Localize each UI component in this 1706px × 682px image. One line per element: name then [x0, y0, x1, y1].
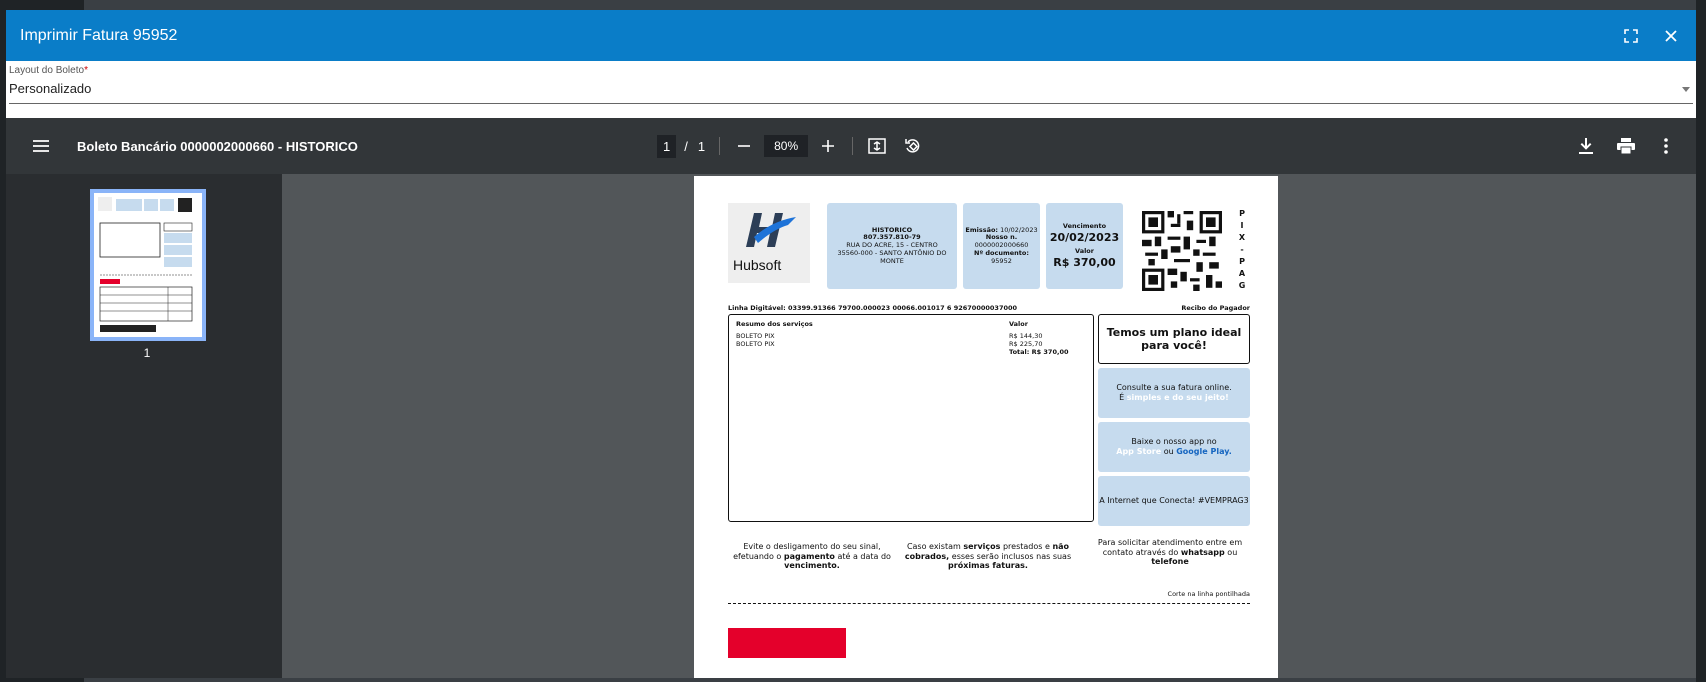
backdrop-edge	[1696, 0, 1706, 682]
fit-page-icon[interactable]	[867, 136, 887, 156]
info3-mid: ou	[1227, 547, 1238, 557]
zoom-out-icon[interactable]	[734, 136, 754, 156]
layout-value: Personalizado	[9, 81, 92, 96]
plan-promo-card: Temos um plano ideal para você!	[1098, 314, 1250, 364]
bank-logo-bar	[728, 628, 846, 658]
download-icon[interactable]	[1576, 136, 1596, 156]
zoom-level-input[interactable]: 80%	[764, 135, 809, 157]
emissao-label: Emissão:	[965, 225, 999, 234]
due-box: Vencimento 20/02/2023 Valor R$ 370,00	[1046, 203, 1123, 289]
info3-bold2: telefone	[1151, 557, 1189, 567]
pix-label: PIX-PAG	[1238, 209, 1246, 290]
google-play-link[interactable]: Google Play.	[1176, 447, 1232, 456]
info-disconnection: Evite o desligamento do seu sinal, efetu…	[728, 542, 896, 571]
vencimento-label: Vencimento	[1062, 222, 1107, 231]
pdf-thumbnail-sidebar: 1	[6, 174, 282, 678]
ndoc-row: Nº documento: 95952	[963, 248, 1040, 266]
app-download-card: Baixe o nosso app no App Store ou Google…	[1098, 422, 1250, 472]
zoom-in-icon[interactable]	[818, 136, 838, 156]
thumbnail-page-number: 1	[143, 346, 151, 360]
app-links: App Store ou Google Play.	[1098, 447, 1250, 457]
pdf-viewer: Hubsoft HISTORICO 807.357.810-79 RUA DO …	[282, 174, 1696, 678]
select-underline	[9, 103, 1693, 104]
page-thumbnail[interactable]	[90, 189, 206, 341]
online-invoice-card: Consulte a sua fatura online. É simples …	[1098, 368, 1250, 418]
service-values: Valor R$ 144,30 R$ 225,70 Total: R$ 370,…	[1009, 320, 1069, 356]
emissao-value: 10/02/2023	[1000, 225, 1038, 234]
info2-mid: prestados e	[1002, 542, 1050, 551]
pix-qr-code	[1142, 211, 1222, 291]
toolbar-divider	[719, 137, 721, 155]
recibo-label: Recibo do Pagador	[1181, 304, 1250, 312]
info1-bold1: pagamento	[783, 551, 835, 561]
dialog-title: Imprimir Fatura 95952	[20, 26, 178, 44]
app-or: ou	[1163, 447, 1174, 456]
ndoc-value: 95952	[991, 256, 1012, 265]
payer-box: HISTORICO 807.357.810-79 RUA DO ACRE, 15…	[827, 203, 957, 289]
menu-icon[interactable]	[31, 136, 51, 156]
layout-label: Layout do Boleto*	[9, 65, 1693, 76]
print-icon[interactable]	[1616, 136, 1636, 156]
payer-address2: 35560-000 - SANTO ANTÔNIO DO MONTE	[837, 248, 947, 265]
cut-line-label: Corte na linha pontilhada	[1167, 590, 1250, 598]
layout-select[interactable]: Layout do Boleto* Personalizado	[6, 61, 1696, 118]
logo-mark-icon	[746, 213, 796, 247]
total-value: Total: R$ 370,00	[1009, 348, 1069, 356]
thumbnail-preview	[98, 197, 193, 332]
info2-bold3: próximas faturas.	[948, 561, 1028, 571]
more-options-icon[interactable]	[1656, 136, 1676, 156]
info2-pre: Caso existam	[906, 542, 961, 551]
print-invoice-dialog: Imprimir Fatura 95952 Layout do Boleto* …	[6, 10, 1696, 678]
page-separator: /	[684, 138, 688, 154]
pdf-document-title: Boleto Bancário 0000002000660 - HISTORIC…	[77, 138, 358, 154]
plan-promo-text: Temos um plano ideal para você!	[1106, 325, 1242, 352]
close-icon[interactable]	[1660, 25, 1682, 47]
info2-mid2: esses serão inclusos nas suas	[951, 551, 1072, 561]
info-contact: Para solicitar atendimento entre em cont…	[1090, 538, 1250, 567]
toolbar-actions	[1576, 136, 1676, 156]
info1-bold2: vencimento.	[784, 561, 840, 571]
app-store-link[interactable]: App Store	[1116, 447, 1161, 456]
rotate-icon[interactable]	[903, 136, 923, 156]
consulte-line2: É simples e do seu jeito!	[1098, 393, 1250, 403]
layout-label-text: Layout do Boleto	[9, 65, 85, 76]
pdf-toolbar: Boleto Bancário 0000002000660 - HISTORIC…	[6, 118, 1696, 174]
ndoc-label: Nº documento:	[974, 248, 1029, 257]
dialog-titlebar: Imprimir Fatura 95952	[6, 10, 1696, 61]
company-logo: Hubsoft	[728, 203, 810, 283]
page-navigator: 1 / 1 80%	[657, 134, 923, 158]
page-number-input[interactable]: 1	[657, 134, 677, 158]
info1-mid: até a data do	[837, 551, 891, 561]
services-summary: Resumo dos serviços BOLETO PIX BOLETO PI…	[728, 314, 1094, 522]
required-mark: *	[84, 65, 88, 76]
app-text: Baixe o nosso app no	[1131, 437, 1217, 447]
chevron-down-icon[interactable]	[1682, 87, 1690, 92]
logo-text: Hubsoft	[733, 257, 782, 273]
slogan-card: A Internet que Conecta! #VEMPRAG3	[1098, 476, 1250, 526]
valor-label: Valor	[1075, 247, 1094, 255]
consulte-prefix: É	[1119, 393, 1125, 402]
vencimento-value: 20/02/2023	[1049, 230, 1120, 244]
consulte-link[interactable]: simples e do seu jeito!	[1127, 393, 1229, 402]
info-services: Caso existam serviços prestados e não co…	[904, 542, 1072, 571]
slogan-text: A Internet que Conecta! #VEMPRAG3	[1099, 496, 1249, 506]
pdf-page: Hubsoft HISTORICO 807.357.810-79 RUA DO …	[694, 176, 1278, 678]
page-total: 1	[697, 138, 706, 154]
linha-digitavel: Linha Digitável: 03399.91366 79700.00002…	[728, 304, 1018, 312]
cut-line	[728, 603, 1250, 604]
info3-bold1: whatsapp	[1180, 547, 1225, 557]
resumo-valor-title: Valor	[1009, 320, 1028, 328]
consulte-text: Consulte a sua fatura online.	[1116, 383, 1232, 393]
service-value: R$ 225,70	[1009, 340, 1043, 348]
emission-box: Emissão: 10/02/2023 Nosso n. 00000020006…	[963, 203, 1040, 289]
valor-value: R$ 370,00	[1053, 255, 1116, 269]
toolbar-divider	[852, 137, 854, 155]
fullscreen-icon[interactable]	[1620, 25, 1642, 47]
info2-bold1: serviços	[963, 542, 1001, 551]
service-value: R$ 144,30	[1009, 332, 1043, 340]
